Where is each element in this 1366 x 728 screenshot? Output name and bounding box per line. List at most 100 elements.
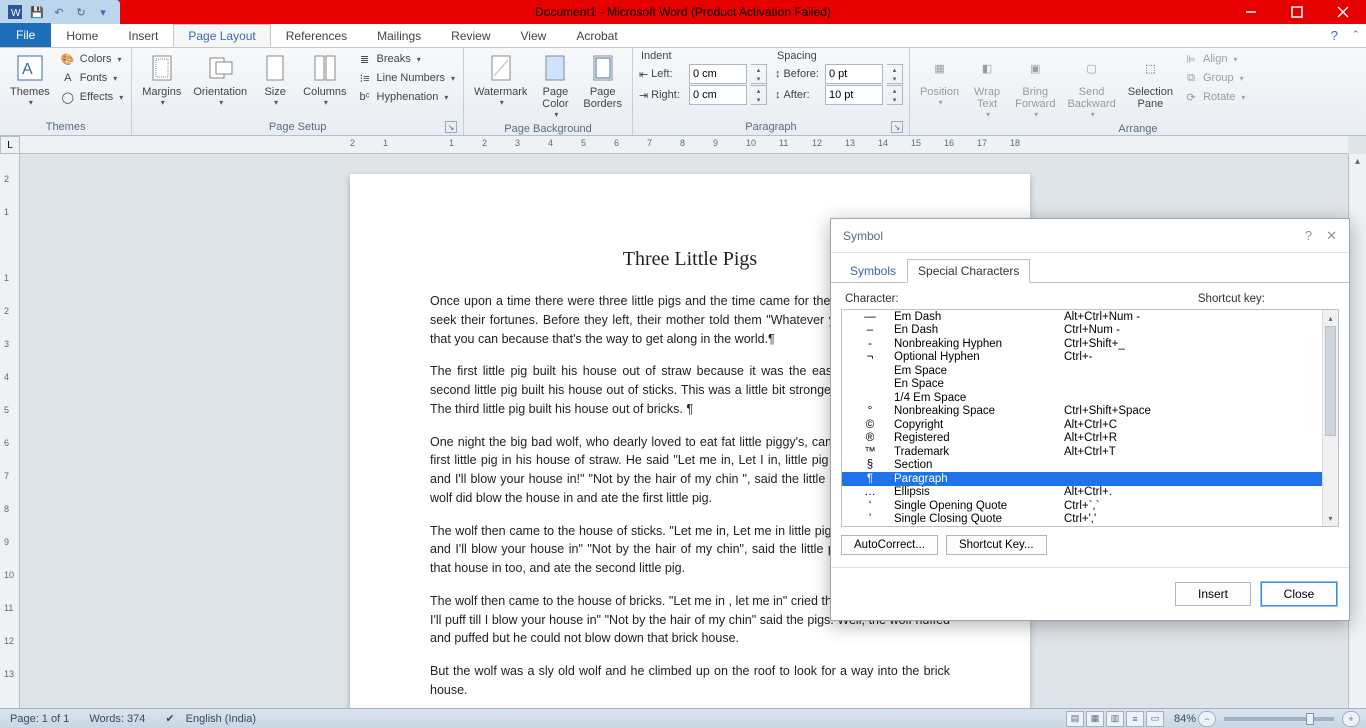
- spacing-after-icon: ↕: [775, 89, 781, 101]
- group-page-setup: Margins▾ Orientation▾ Size▾ Columns▾ ≣Br…: [132, 48, 464, 135]
- tab-page-layout[interactable]: Page Layout: [173, 24, 270, 47]
- line-numbers-icon: ⁝≡: [357, 70, 373, 86]
- list-item[interactable]: ¬Optional HyphenCtrl+-: [842, 351, 1322, 365]
- watermark-button[interactable]: Watermark▾: [470, 50, 531, 109]
- special-characters-list[interactable]: —Em DashAlt+Ctrl+Num -–En DashCtrl+Num -…: [841, 309, 1339, 527]
- list-item[interactable]: ’Single Closing QuoteCtrl+',': [842, 513, 1322, 527]
- list-item[interactable]: Em Space: [842, 364, 1322, 378]
- ribbon: A Themes▾ 🎨Colors▾ AFonts▾ ◯Effects▾ The…: [0, 48, 1366, 136]
- tab-selector[interactable]: L: [0, 136, 20, 154]
- paragraph-launcher[interactable]: ↘: [891, 121, 903, 133]
- selection-pane-button[interactable]: ⬚Selection Pane: [1124, 50, 1177, 112]
- zoom-slider[interactable]: [1224, 717, 1334, 721]
- ribbon-minimize-icon[interactable]: ˆ: [1354, 28, 1358, 43]
- insert-button[interactable]: Insert: [1175, 582, 1251, 606]
- tab-mailings[interactable]: Mailings: [362, 24, 436, 47]
- list-item[interactable]: ‘Single Opening QuoteCtrl+`,`: [842, 499, 1322, 513]
- indent-right-input[interactable]: ⇥Right:▴▾: [639, 85, 767, 105]
- list-scrollbar[interactable]: ▴ ▾: [1322, 310, 1338, 526]
- zoom-out-button[interactable]: −: [1198, 711, 1216, 727]
- status-language[interactable]: ✔ English (India): [161, 712, 260, 725]
- spacing-after-input[interactable]: ↕After:▴▾: [775, 85, 903, 105]
- orientation-button[interactable]: Orientation▾: [189, 50, 251, 109]
- dialog-titlebar[interactable]: Symbol ? ✕: [831, 219, 1349, 253]
- vertical-ruler[interactable]: 2112345678910111213: [0, 154, 20, 708]
- maximize-button[interactable]: [1274, 0, 1320, 24]
- list-item[interactable]: §Section: [842, 459, 1322, 473]
- view-draft-icon[interactable]: ▭: [1146, 711, 1164, 727]
- list-item[interactable]: ©CopyrightAlt+Ctrl+C: [842, 418, 1322, 432]
- breaks-button[interactable]: ≣Breaks▾: [355, 50, 458, 68]
- header-character: Character:: [845, 293, 899, 305]
- tab-home[interactable]: Home: [51, 24, 113, 47]
- close-button[interactable]: [1320, 0, 1366, 24]
- tab-view[interactable]: View: [506, 24, 562, 47]
- position-button: ▦Position▾: [916, 50, 963, 109]
- position-icon: ▦: [924, 52, 956, 84]
- theme-fonts-button[interactable]: AFonts▾: [58, 69, 125, 87]
- effects-icon: ◯: [60, 89, 76, 105]
- zoom-in-button[interactable]: +: [1342, 711, 1360, 727]
- scroll-down-icon[interactable]: ▾: [1323, 510, 1338, 526]
- size-icon: [259, 52, 291, 84]
- scroll-up-icon[interactable]: ▴: [1349, 154, 1366, 168]
- view-full-screen-icon[interactable]: ▦: [1086, 711, 1104, 727]
- status-page[interactable]: Page: 1 of 1: [6, 713, 73, 725]
- list-item[interactable]: -Nonbreaking HyphenCtrl+Shift+_: [842, 337, 1322, 351]
- tab-file[interactable]: File: [0, 23, 51, 47]
- list-item[interactable]: –En DashCtrl+Num -: [842, 324, 1322, 338]
- page-setup-launcher[interactable]: ↘: [445, 121, 457, 133]
- list-item[interactable]: …EllipsisAlt+Ctrl+.: [842, 486, 1322, 500]
- page-color-button[interactable]: Page Color▾: [535, 50, 575, 121]
- shortcut-key-button[interactable]: Shortcut Key...: [946, 535, 1047, 555]
- list-item[interactable]: ®RegisteredAlt+Ctrl+R: [842, 432, 1322, 446]
- help-icon[interactable]: ?: [1331, 28, 1338, 43]
- group-label-page-background: Page Background: [470, 121, 626, 137]
- list-item[interactable]: En Space: [842, 378, 1322, 392]
- theme-colors-button[interactable]: 🎨Colors▾: [58, 50, 125, 68]
- minimize-button[interactable]: [1228, 0, 1274, 24]
- watermark-icon: [485, 52, 517, 84]
- margins-button[interactable]: Margins▾: [138, 50, 185, 109]
- spacing-before-input[interactable]: ↕Before:▴▾: [775, 64, 903, 84]
- scroll-thumb[interactable]: [1325, 326, 1336, 436]
- view-outline-icon[interactable]: ≡: [1126, 711, 1144, 727]
- vertical-scrollbar[interactable]: ▴: [1348, 154, 1366, 708]
- tab-insert[interactable]: Insert: [113, 24, 173, 47]
- list-item[interactable]: ¶Paragraph: [842, 472, 1322, 486]
- indent-left-input[interactable]: ⇤Left:▴▾: [639, 64, 767, 84]
- size-button[interactable]: Size▾: [255, 50, 295, 109]
- scroll-up-icon[interactable]: ▴: [1323, 310, 1338, 326]
- tab-review[interactable]: Review: [436, 24, 505, 47]
- view-print-layout-icon[interactable]: ▤: [1066, 711, 1084, 727]
- close-button[interactable]: Close: [1261, 582, 1337, 606]
- list-item[interactable]: °Nonbreaking SpaceCtrl+Shift+Space: [842, 405, 1322, 419]
- page-color-icon: [539, 52, 571, 84]
- columns-button[interactable]: Columns▾: [299, 50, 350, 109]
- view-web-icon[interactable]: ▥: [1106, 711, 1124, 727]
- tab-symbols[interactable]: Symbols: [839, 259, 907, 283]
- tab-special-characters[interactable]: Special Characters: [907, 259, 1030, 283]
- themes-button[interactable]: A Themes▾: [6, 50, 54, 109]
- zoom-level[interactable]: 84%: [1174, 713, 1196, 725]
- list-item[interactable]: 1/4 Em Space: [842, 391, 1322, 405]
- horizontal-ruler[interactable]: 21123456789101112131415161718: [20, 136, 1348, 154]
- window-title: Document1 - Microsoft Word (Product Acti…: [0, 5, 1366, 19]
- proofing-icon: ✔: [165, 712, 174, 725]
- list-item[interactable]: —Em DashAlt+Ctrl+Num -: [842, 310, 1322, 324]
- theme-effects-button[interactable]: ◯Effects▾: [58, 88, 125, 106]
- rotate-icon: ⟳: [1183, 89, 1199, 105]
- line-numbers-button[interactable]: ⁝≡Line Numbers▾: [355, 69, 458, 87]
- bring-forward-button: ▣Bring Forward▾: [1011, 50, 1059, 121]
- dialog-help-icon[interactable]: ?: [1305, 228, 1312, 244]
- page-borders-button[interactable]: Page Borders: [579, 50, 626, 112]
- autocorrect-button[interactable]: AutoCorrect...: [841, 535, 938, 555]
- list-item[interactable]: ™TrademarkAlt+Ctrl+T: [842, 445, 1322, 459]
- tab-acrobat[interactable]: Acrobat: [561, 24, 632, 47]
- status-words[interactable]: Words: 374: [85, 713, 149, 725]
- group-icon: ⧉: [1183, 70, 1199, 86]
- hyphenation-button[interactable]: bᶜHyphenation▾: [355, 88, 458, 106]
- wrap-text-icon: ◧: [971, 52, 1003, 84]
- tab-references[interactable]: References: [271, 24, 362, 47]
- dialog-close-icon[interactable]: ✕: [1326, 228, 1337, 244]
